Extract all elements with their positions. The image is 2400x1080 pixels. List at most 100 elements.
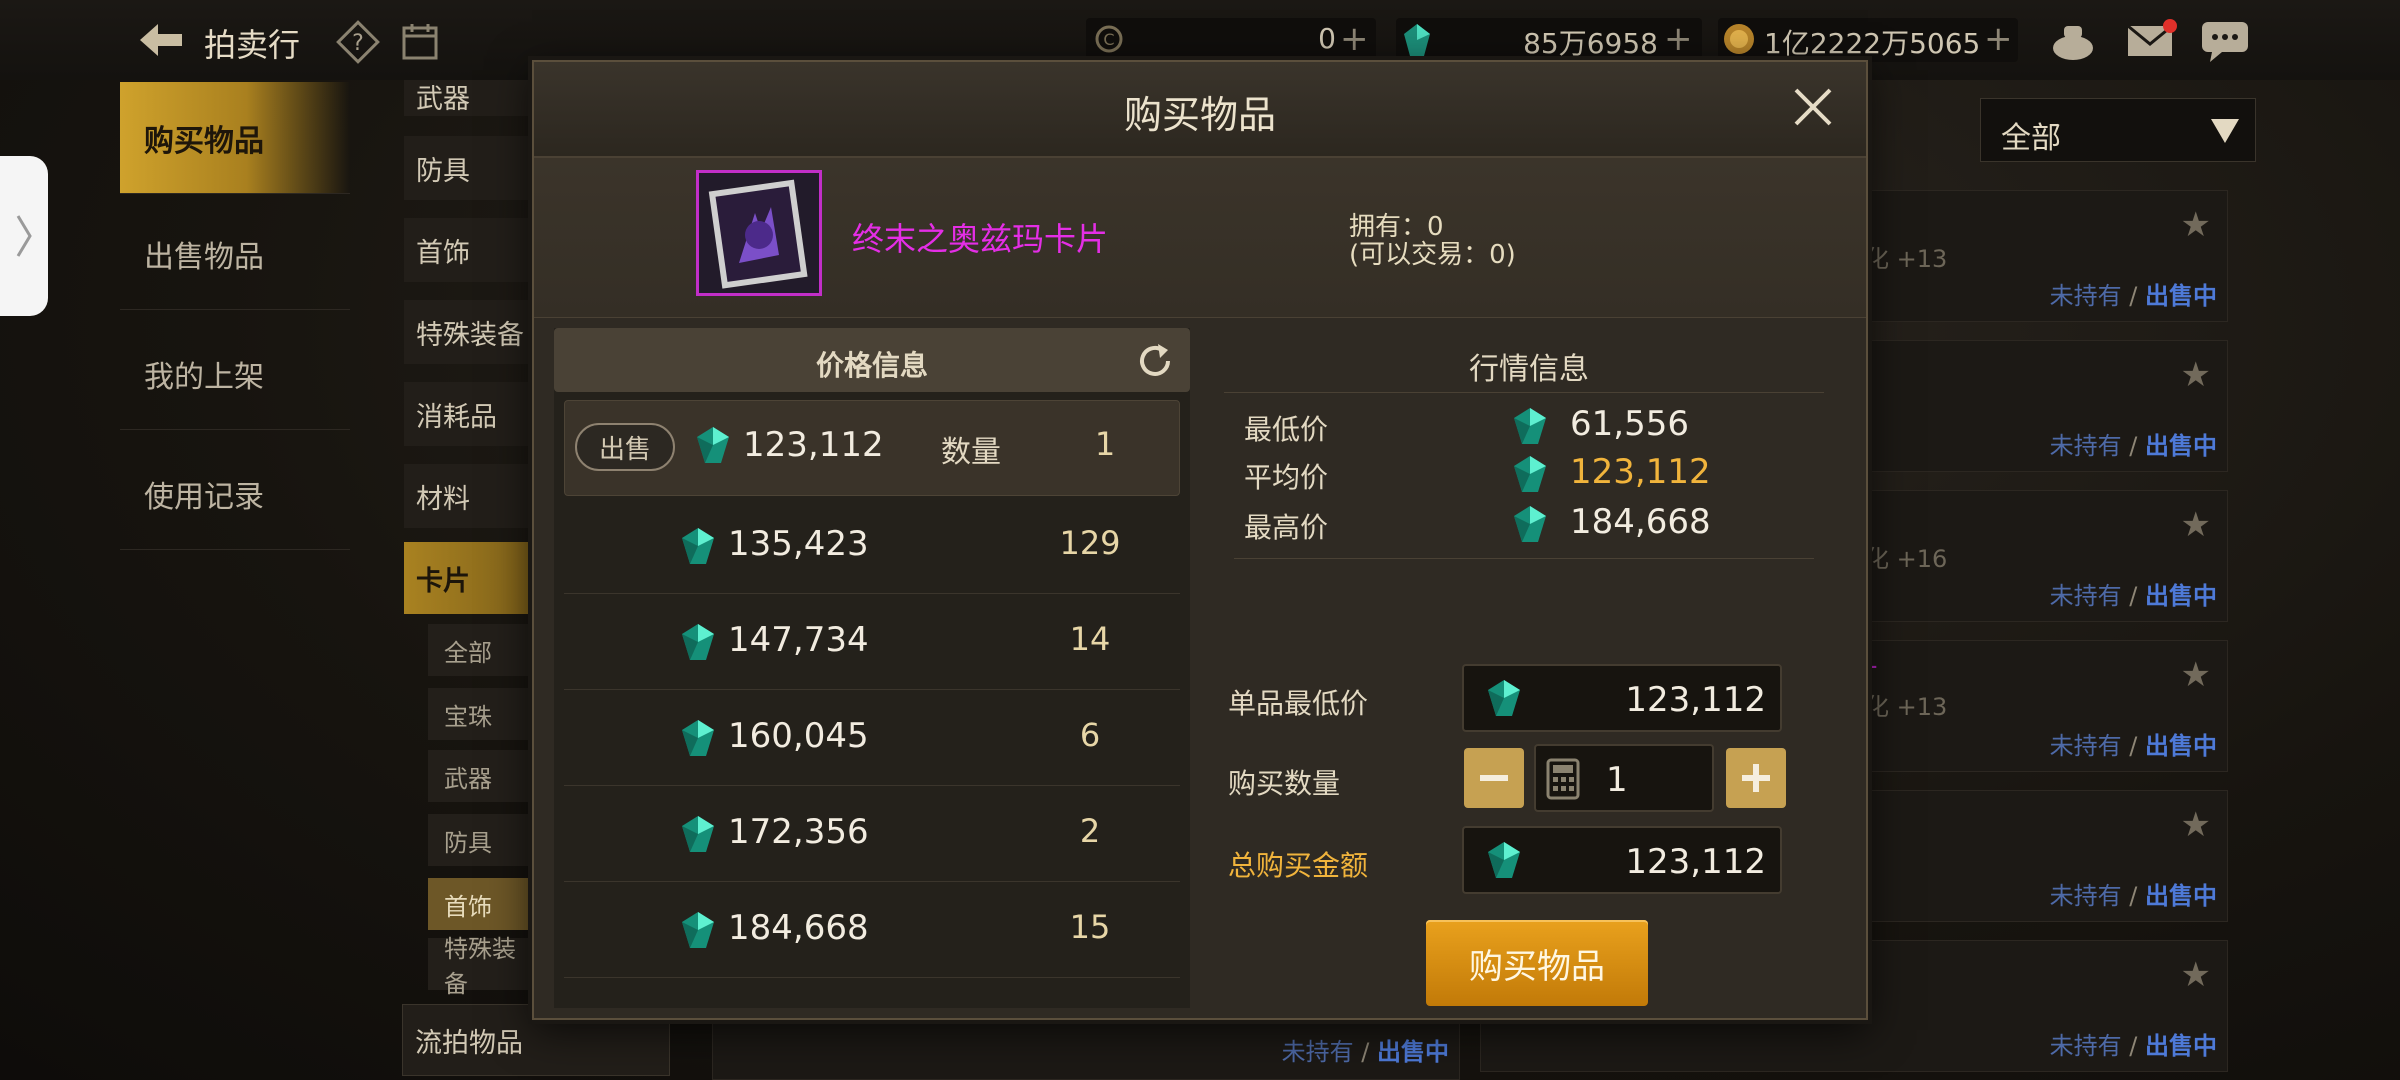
buy-item-button-label: 购买物品: [1469, 946, 1605, 987]
subcategory-all[interactable]: 全部: [428, 624, 534, 676]
svg-text:C: C: [1103, 30, 1114, 49]
currency-1-plus-icon[interactable]: +: [1340, 22, 1369, 56]
bg-listing-status: 未持有 / 出售中: [2050, 576, 2217, 611]
quantity-input[interactable]: 1: [1534, 744, 1714, 812]
category-material[interactable]: 材料: [404, 464, 534, 528]
category-accessory[interactable]: 首饰: [404, 218, 534, 282]
subcategory-armor-label: 防具: [444, 828, 492, 857]
subcategory-armor[interactable]: 防具: [428, 814, 534, 866]
side-drawer-handle[interactable]: [0, 156, 48, 316]
item-info-row: 终末之奥兹玛卡片 拥有：0 (可以交易：0): [534, 158, 1866, 318]
own-status: 未持有: [2049, 732, 2122, 760]
price-row[interactable]: 184,668 15: [564, 882, 1180, 978]
subcategory-special-equipment-label: 特殊装备: [444, 935, 516, 998]
bg-listing-status: 未持有 / 出售中: [2050, 876, 2217, 911]
gem-icon: [1514, 408, 1546, 444]
category-weapon-partial[interactable]: 武器: [404, 80, 534, 116]
gem-icon: [1488, 680, 1520, 716]
chat-icon[interactable]: [2200, 20, 2250, 62]
bg-listing-status: 未持有 / 出售中: [2050, 726, 2217, 761]
dialog-header: 购买物品: [534, 62, 1866, 158]
status-separator: /: [1361, 1038, 1370, 1066]
price-info-panel: 价格信息 出售 123,112 数量 1 135,423 129 147,734…: [554, 328, 1190, 1008]
total-amount-label: 总购买金额: [1228, 849, 1369, 882]
price-row[interactable]: 147,734 14: [564, 594, 1180, 690]
quantity-value: 6: [1079, 716, 1101, 754]
star-icon[interactable]: ★: [2181, 805, 2211, 845]
price-info-title: 价格信息: [815, 349, 928, 382]
star-icon[interactable]: ★: [2181, 205, 2211, 245]
triangle-down-icon: [2211, 119, 2239, 143]
category-armor[interactable]: 防具: [404, 136, 534, 200]
subcategory-accessory[interactable]: 首饰: [428, 878, 534, 930]
category-special-equipment[interactable]: 特殊装备: [404, 300, 534, 364]
increase-quantity-button[interactable]: [1726, 748, 1786, 808]
sale-status: 出售中: [2145, 432, 2217, 460]
quantity-value: 1: [1094, 425, 1116, 463]
close-button[interactable]: [1788, 82, 1838, 132]
gem-icon: [682, 528, 714, 564]
nav-sell-items[interactable]: 出售物品: [120, 198, 350, 310]
decrease-quantity-button[interactable]: [1464, 748, 1524, 808]
status-separator: /: [2129, 1032, 2138, 1060]
help-icon[interactable]: ?: [336, 20, 380, 64]
star-icon[interactable]: ★: [2181, 355, 2211, 395]
nav-buy-items[interactable]: 购买物品: [120, 82, 350, 194]
refresh-icon: [1140, 344, 1170, 376]
price-row[interactable]: 160,045 6: [564, 690, 1180, 786]
back-arrow-icon[interactable]: [136, 20, 186, 60]
total-amount-value: 123,112: [1625, 842, 1766, 882]
buy-item-dialog: 购买物品 终末之奥兹玛卡片 拥有：0 (可以交易：0) 价格信息 出售 123,…: [532, 60, 1868, 1020]
min-price-label: 最低价: [1244, 413, 1329, 446]
sale-status: 出售中: [1377, 1038, 1449, 1066]
category-consumable[interactable]: 消耗品: [404, 382, 534, 446]
price-row[interactable]: 135,423 129: [564, 498, 1180, 594]
nav-buy-items-label: 购买物品: [144, 123, 264, 159]
star-icon[interactable]: ★: [2181, 505, 2211, 545]
currency-2-plus-icon[interactable]: +: [1664, 22, 1693, 56]
calculator-icon[interactable]: [1546, 758, 1580, 800]
price-row[interactable]: 172,356 2: [564, 786, 1180, 882]
calendar-icon[interactable]: [398, 20, 442, 64]
buy-item-button[interactable]: 购买物品: [1426, 920, 1648, 1006]
mail-icon[interactable]: [2126, 18, 2178, 62]
price-row[interactable]: 出售 123,112 数量 1: [564, 400, 1180, 496]
bg-listing-status: 未持有 / 出售中: [1282, 1032, 1449, 1067]
subcategory-weapon[interactable]: 武器: [428, 750, 534, 802]
close-icon: [1794, 88, 1832, 126]
status-separator: /: [2129, 432, 2138, 460]
currency-3-plus-icon[interactable]: +: [1984, 22, 2013, 56]
category-weapon-label: 武器: [416, 84, 470, 115]
star-icon[interactable]: ★: [2181, 655, 2211, 695]
sell-button[interactable]: 出售: [575, 423, 675, 471]
gem-icon: [682, 720, 714, 756]
dialog-title: 购买物品: [1123, 93, 1276, 137]
status-separator: /: [2129, 282, 2138, 310]
status-separator: /: [2129, 732, 2138, 760]
subcategory-special-equipment[interactable]: 特殊装备: [428, 935, 534, 998]
gem-icon: [682, 624, 714, 660]
item-card-icon[interactable]: [696, 170, 822, 296]
price-value: 135,423: [728, 524, 869, 564]
nav-usage-history[interactable]: 使用记录: [120, 438, 350, 550]
gem-icon: [682, 816, 714, 852]
item-name: 终末之奥兹玛卡片: [852, 220, 1109, 258]
bag-icon[interactable]: [2050, 18, 2096, 62]
page-title: 拍卖行: [204, 26, 301, 64]
nav-my-listings[interactable]: 我的上架: [120, 318, 350, 430]
currency-1-value: 0: [1318, 22, 1336, 55]
price-value: 123,112: [743, 425, 884, 465]
category-card[interactable]: 卡片: [404, 542, 534, 614]
filter-dropdown[interactable]: 全部: [1980, 98, 2256, 162]
star-icon[interactable]: ★: [2181, 955, 2211, 995]
unit-min-price-value: 123,112: [1625, 680, 1766, 720]
refresh-button[interactable]: [1134, 340, 1176, 382]
gem-icon: [1488, 842, 1520, 878]
max-price-label: 最高价: [1244, 511, 1329, 544]
subcategory-weapon-label: 武器: [444, 764, 492, 793]
minus-icon: [1480, 775, 1508, 781]
subcategory-orb[interactable]: 宝珠: [428, 688, 534, 740]
gold-coin-icon: [1722, 22, 1756, 56]
quantity-value: 2: [1079, 812, 1101, 850]
category-unsold-label: 流拍物品: [415, 1027, 523, 1059]
